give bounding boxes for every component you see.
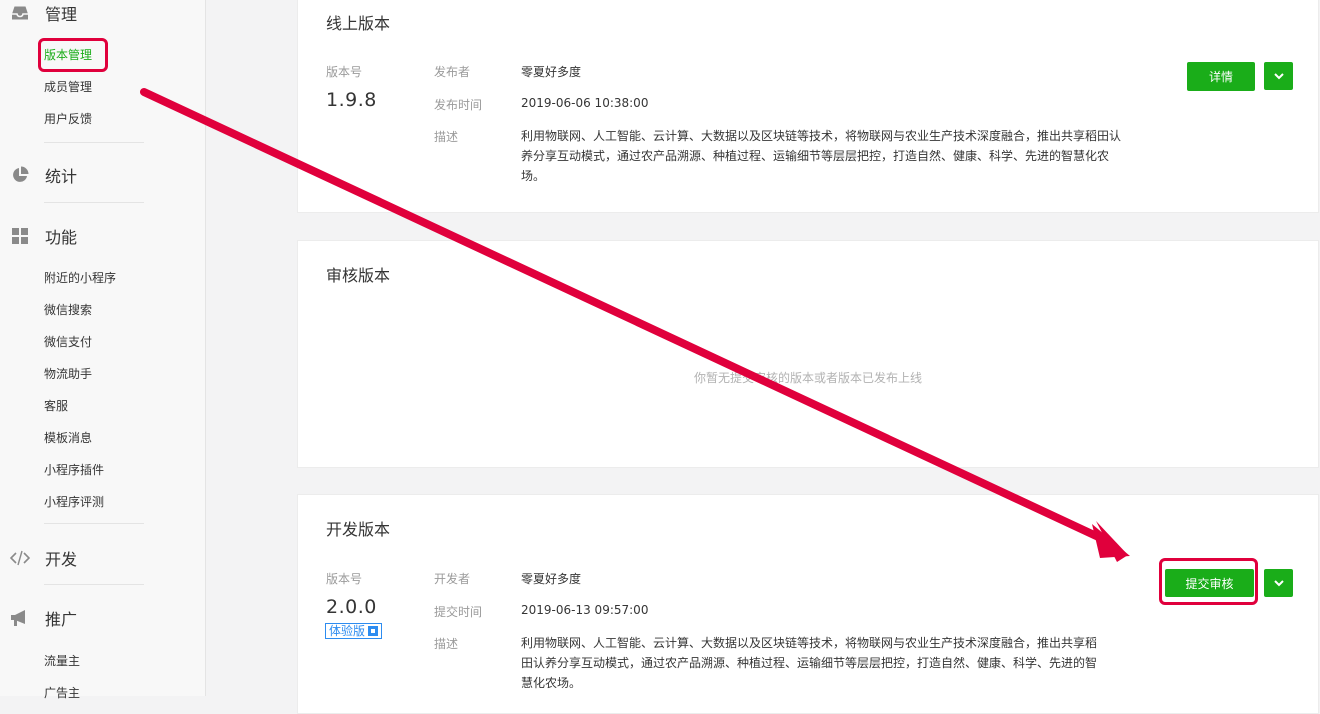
card-title: 审核版本 bbox=[326, 266, 391, 285]
megaphone-icon bbox=[10, 608, 30, 628]
nav-section-stats[interactable]: 统计 bbox=[10, 163, 77, 187]
publish-time: 2019-06-06 10:38:00 bbox=[521, 96, 649, 110]
sidebar-item-nearby[interactable]: 附近的小程序 bbox=[44, 269, 116, 286]
divider bbox=[44, 142, 144, 143]
nav-section-dev[interactable]: 开发 bbox=[10, 546, 77, 570]
sidebar-item-template-message[interactable]: 模板消息 bbox=[44, 429, 92, 446]
sidebar-item-plugins[interactable]: 小程序插件 bbox=[44, 461, 104, 478]
publisher-label: 发布者 bbox=[434, 65, 471, 79]
review-version-card: 审核版本 你暂无提交审核的版本或者版本已发布上线 bbox=[297, 240, 1319, 468]
version-number: 2.0.0 bbox=[326, 596, 377, 618]
annotation-highlight-box bbox=[38, 38, 108, 72]
sidebar-item-traffic-owner[interactable]: 流量主 bbox=[44, 652, 80, 669]
developer-label: 开发者 bbox=[434, 572, 471, 586]
description-line: 养分享互动模式，通过农产品溯源、种植过程、运输细节等层层把控，打造自然、健康、科… bbox=[521, 149, 1110, 163]
sidebar-item-logistics[interactable]: 物流助手 bbox=[44, 365, 92, 382]
description-line: 利用物联网、人工智能、云计算、大数据以及区块链等技术，将物联网与农业生产技术深度… bbox=[521, 636, 1098, 650]
inbox-icon bbox=[10, 3, 30, 23]
nav-section-promo[interactable]: 推广 bbox=[10, 606, 77, 630]
sidebar: 管理 版本管理 成员管理 用户反馈 统计 功能 附近的小程序 微信搜索 微信支付… bbox=[0, 0, 206, 700]
sidebar-item-customer-service[interactable]: 客服 bbox=[44, 397, 68, 414]
nav-section-label: 推广 bbox=[45, 610, 78, 629]
nav-section-manage[interactable]: 管理 bbox=[10, 1, 77, 25]
annotation-highlight-box bbox=[1159, 558, 1258, 605]
description: 利用物联网、人工智能、云计算、大数据以及区块链等技术，将物联网与农业生产技术深度… bbox=[521, 633, 1097, 693]
description-line: 田认养分享互动模式，通过农产品溯源、种植过程、运输细节等层层把控，打造自然、健康… bbox=[521, 656, 1098, 670]
sidebar-item-advertiser[interactable]: 广告主 bbox=[44, 684, 80, 701]
nav-section-label: 统计 bbox=[45, 167, 78, 186]
sidebar-item-wechat-search[interactable]: 微信搜索 bbox=[44, 301, 92, 318]
description-line: 利用物联网、人工智能、云计算、大数据以及区块链等技术，将物联网与农业生产技术深度… bbox=[521, 129, 1122, 143]
grid-icon bbox=[10, 226, 30, 246]
sidebar-item-member-management[interactable]: 成员管理 bbox=[44, 78, 92, 95]
more-actions-dropdown[interactable] bbox=[1264, 569, 1293, 597]
divider bbox=[44, 523, 144, 524]
sidebar-item-evaluation[interactable]: 小程序评测 bbox=[44, 493, 104, 510]
pie-chart-icon bbox=[10, 165, 30, 185]
chevron-down-icon bbox=[1273, 579, 1284, 586]
divider bbox=[44, 202, 144, 203]
publisher: 零夏好多度 bbox=[521, 65, 582, 79]
publish-time-label: 发布时间 bbox=[434, 98, 483, 112]
tag-label: 体验版 bbox=[329, 623, 366, 638]
description: 利用物联网、人工智能、云计算、大数据以及区块链等技术，将物联网与农业生产技术深度… bbox=[521, 126, 1121, 186]
version-number-label: 版本号 bbox=[326, 65, 363, 79]
version-number: 1.9.8 bbox=[326, 89, 377, 111]
sidebar-item-wechat-pay[interactable]: 微信支付 bbox=[44, 333, 92, 350]
more-actions-dropdown[interactable] bbox=[1264, 62, 1293, 90]
code-icon bbox=[10, 548, 30, 568]
empty-state-message: 你暂无提交审核的版本或者版本已发布上线 bbox=[693, 371, 922, 385]
version-number-label: 版本号 bbox=[326, 572, 363, 586]
submit-time: 2019-06-13 09:57:00 bbox=[521, 603, 649, 617]
chevron-down-icon bbox=[1273, 72, 1284, 79]
nav-section-label: 管理 bbox=[45, 5, 78, 24]
nav-section-label: 开发 bbox=[45, 550, 78, 569]
divider bbox=[44, 584, 144, 585]
sidebar-item-user-feedback[interactable]: 用户反馈 bbox=[44, 110, 92, 127]
developer: 零夏好多度 bbox=[521, 572, 582, 586]
card-title: 开发版本 bbox=[326, 520, 391, 539]
trial-version-tag[interactable]: 体验版 bbox=[325, 623, 383, 639]
card-title: 线上版本 bbox=[326, 14, 391, 33]
description-label: 描述 bbox=[434, 637, 459, 651]
nav-section-label: 功能 bbox=[45, 228, 78, 247]
description-line: 场。 bbox=[521, 169, 546, 183]
description-label: 描述 bbox=[434, 130, 459, 144]
details-button[interactable]: 详情 bbox=[1187, 62, 1255, 91]
nav-section-features[interactable]: 功能 bbox=[10, 224, 77, 248]
description-line: 慧化农场。 bbox=[521, 676, 582, 690]
online-version-card: 线上版本 版本号 1.9.8 发布者 零夏好多度 发布时间 2019-06-06… bbox=[297, 0, 1319, 213]
qr-code-icon bbox=[368, 626, 379, 636]
submit-time-label: 提交时间 bbox=[434, 605, 483, 619]
